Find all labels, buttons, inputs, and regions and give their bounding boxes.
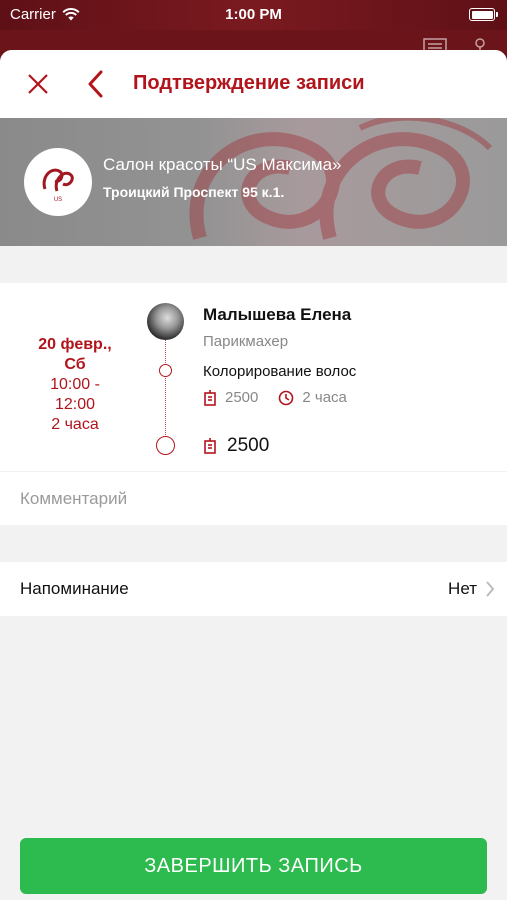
battery-icon bbox=[469, 8, 498, 21]
appointment-duration: 2 часа bbox=[51, 416, 99, 433]
clock-time: 1:00 PM bbox=[225, 6, 282, 23]
timeline-dot bbox=[159, 364, 172, 377]
time-line-1: 10:00 - bbox=[50, 376, 100, 393]
timeline-line bbox=[165, 340, 166, 437]
nav-bar: Подтверждение записи bbox=[0, 50, 507, 118]
total-price-value: 2500 bbox=[227, 435, 270, 456]
close-button[interactable] bbox=[26, 72, 50, 96]
booking-details: 20 февр., Сб 10:00 - 12:00 2 часа Малыше… bbox=[0, 283, 507, 471]
total-price: 2500 bbox=[203, 435, 269, 457]
chevron-left-icon bbox=[88, 70, 103, 98]
reminder-value: Нет bbox=[448, 579, 477, 598]
date-line-1: 20 февр., bbox=[38, 336, 112, 353]
chevron-right-icon bbox=[486, 581, 495, 597]
comment-placeholder: Комментарий bbox=[20, 489, 128, 508]
comment-field[interactable]: Комментарий bbox=[0, 471, 507, 525]
master-name: Малышева Елена bbox=[203, 305, 352, 324]
price-tag-icon bbox=[204, 438, 216, 454]
banner-decoration bbox=[189, 118, 493, 240]
reminder-row[interactable]: Напоминание Нет bbox=[0, 562, 507, 616]
status-bar: Carrier 1:00 PM bbox=[0, 0, 507, 30]
page-title: Подтверждение записи bbox=[133, 72, 365, 94]
clock-icon bbox=[279, 390, 294, 405]
salon-banner[interactable]: US Салон красоты “US Максима» Троицкий П… bbox=[0, 118, 507, 246]
salon-address: Троицкий Проспект 95 к.1. bbox=[103, 184, 285, 200]
master-avatar bbox=[147, 303, 184, 340]
appointment-datetime: 20 февр., Сб 10:00 - 12:00 2 часа bbox=[20, 335, 130, 435]
service-duration-group: 2 часа bbox=[278, 389, 347, 406]
salon-logo: US bbox=[24, 148, 92, 216]
price-tag-icon bbox=[204, 389, 216, 406]
back-button[interactable] bbox=[86, 70, 106, 98]
service-price: 2500 bbox=[225, 389, 259, 406]
close-icon bbox=[28, 74, 48, 94]
master-role: Парикмахер bbox=[203, 333, 289, 350]
complete-booking-button[interactable]: ЗАВЕРШИТЬ ЗАПИСЬ bbox=[20, 838, 487, 894]
service-meta: 2500 2 часа bbox=[203, 389, 347, 406]
salon-name: Салон красоты “US Максима» bbox=[103, 155, 342, 174]
booking-confirmation-sheet: Подтверждение записи US Салон красоты “U… bbox=[0, 50, 507, 900]
timeline-end-dot bbox=[156, 436, 175, 455]
service-name: Колорирование волос bbox=[203, 363, 357, 380]
service-duration: 2 часа bbox=[302, 389, 347, 406]
salon-logo-icon: US bbox=[42, 168, 74, 203]
reminder-label: Напоминание bbox=[20, 579, 129, 598]
date-line-2: Сб bbox=[64, 356, 86, 373]
time-line-2: 12:00 bbox=[54, 396, 96, 413]
logo-text: US bbox=[54, 197, 62, 203]
